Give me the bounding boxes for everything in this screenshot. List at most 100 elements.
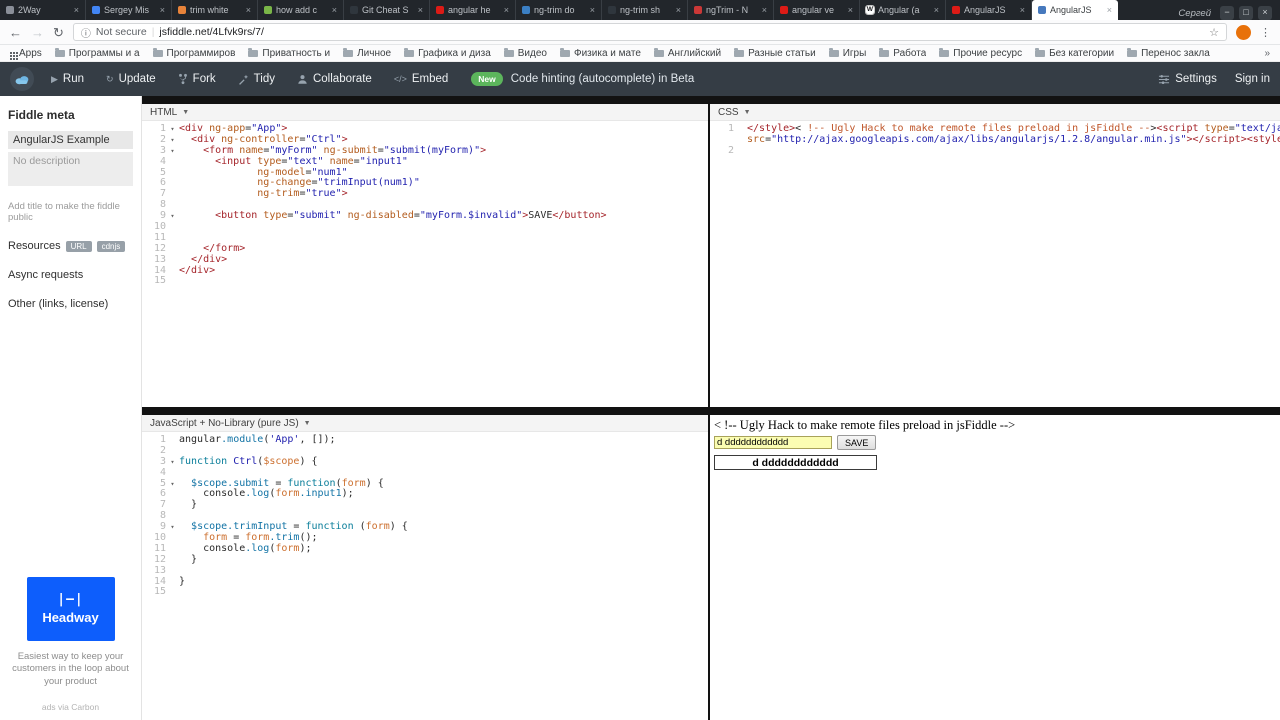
editor-workspace: HTML ▼ 1 ▾ <div ng-app = "App" >2 ▾ <div ng-co…: [142, 96, 1280, 720]
close-tab-icon[interactable]: ×: [676, 5, 681, 15]
fork-button[interactable]: Fork: [167, 62, 227, 96]
jsfiddle-logo[interactable]: [10, 67, 34, 91]
bookmark-item[interactable]: Без категории: [1035, 48, 1114, 59]
close-tab-icon[interactable]: ×: [246, 5, 251, 15]
close-tab-icon[interactable]: ×: [160, 5, 165, 15]
url-badge: URL: [65, 240, 92, 252]
bookmark-item[interactable]: Разные статьи: [734, 48, 816, 59]
collaborate-button[interactable]: Collaborate: [286, 62, 383, 96]
tidy-button[interactable]: Tidy: [227, 62, 286, 96]
reload-icon[interactable]: ↻: [53, 26, 64, 39]
close-tab-icon[interactable]: ×: [74, 5, 79, 15]
address-bar[interactable]: ⓘ Not secure | jsfiddle.net/4Lfvk9rs/7/ …: [72, 23, 1227, 41]
sign-in-button[interactable]: Sign in: [1235, 73, 1270, 85]
ad-caption[interactable]: Easiest way to keep your customers in th…: [11, 651, 130, 689]
apps-shortcut[interactable]: Apps: [10, 48, 42, 59]
browser-tab[interactable]: angular ve ×: [774, 0, 860, 20]
close-tab-icon[interactable]: ×: [934, 5, 939, 15]
chevron-down-icon[interactable]: ▼: [182, 109, 189, 116]
chevron-down-icon[interactable]: ▼: [744, 109, 751, 116]
bookmark-item[interactable]: Физика и мате: [559, 48, 641, 59]
fold-arrow-icon[interactable]: ▾: [166, 457, 179, 468]
fold-arrow-icon[interactable]: ▾: [166, 124, 179, 135]
result-text-input[interactable]: [714, 436, 832, 449]
html-code-editor[interactable]: 1 ▾ <div ng-app = "App" >2 ▾ <div ng-controlle…: [142, 121, 708, 287]
browser-tab[interactable]: ngTrim - N ×: [688, 0, 774, 20]
sidebar-item-async-requests[interactable]: Async requests: [8, 269, 133, 281]
tab-title: Git Cheat S: [362, 5, 409, 15]
back-icon[interactable]: ←: [9, 26, 22, 39]
bookmark-item[interactable]: Прочие ресурс: [939, 48, 1022, 59]
close-tab-icon[interactable]: ×: [1020, 5, 1025, 15]
maximize-button[interactable]: □: [1239, 6, 1253, 20]
headway-ad-banner[interactable]: |–| Headway: [26, 576, 115, 641]
css-panel-header[interactable]: CSS ▼: [710, 104, 1280, 121]
tidy-icon: [238, 74, 249, 85]
ads-via-carbon-label[interactable]: ads via Carbon: [0, 702, 141, 712]
browser-tab[interactable]: ng-trim do ×: [516, 0, 602, 20]
fold-arrow-icon[interactable]: ▾: [166, 211, 179, 222]
result-save-button[interactable]: SAVE: [837, 435, 877, 450]
fiddle-title-input[interactable]: [8, 131, 133, 149]
chevron-down-icon[interactable]: ▼: [304, 420, 311, 427]
close-window-button[interactable]: ×: [1258, 6, 1272, 20]
close-tab-icon[interactable]: ×: [418, 5, 423, 15]
sidebar-item-other[interactable]: Other (links, license): [8, 298, 133, 310]
bookmark-item[interactable]: Программиров: [152, 48, 235, 59]
browser-tab[interactable]: trim white ×: [172, 0, 258, 20]
browser-tab[interactable]: angular he ×: [430, 0, 516, 20]
minimize-button[interactable]: −: [1220, 6, 1234, 20]
fold-gutter: [166, 233, 179, 244]
bookmark-item[interactable]: Работа: [879, 48, 926, 59]
browser-menu-icon[interactable]: ⋮: [1260, 26, 1271, 39]
line-number: 15: [153, 586, 166, 598]
settings-button[interactable]: Settings: [1158, 73, 1217, 85]
js-code-editor[interactable]: 1 angular .module('App', []); 2 3 ▾ function C…: [142, 432, 708, 598]
browser-tab[interactable]: W Angular (a ×: [860, 0, 946, 20]
css-code-editor[interactable]: 1 </style> < !-- Ugly Hack to make remote …: [710, 121, 1280, 157]
browser-tab[interactable]: 2Way ×: [0, 0, 86, 20]
bookmark-item[interactable]: Видео: [503, 48, 547, 59]
bookmark-star-icon[interactable]: ☆: [1209, 26, 1219, 39]
close-tab-icon[interactable]: ×: [504, 5, 509, 15]
embed-button[interactable]: </> Embed: [383, 62, 459, 96]
bookmark-item[interactable]: Перенос закла: [1127, 48, 1210, 59]
bookmark-item[interactable]: Программы и а: [54, 48, 140, 59]
fold-arrow-icon[interactable]: ▾: [166, 135, 179, 146]
close-tab-icon[interactable]: ×: [762, 5, 767, 15]
bookmark-item[interactable]: Приватность и: [248, 48, 330, 59]
browser-tab[interactable]: ng-trim sh ×: [602, 0, 688, 20]
js-panel-header[interactable]: JavaScript + No-Library (pure JS) ▼: [142, 415, 708, 432]
tab-favicon-icon: [780, 6, 788, 14]
fold-arrow-icon[interactable]: ▾: [166, 146, 179, 157]
folder-icon: [54, 48, 65, 57]
info-icon[interactable]: ⓘ: [81, 25, 91, 40]
run-button[interactable]: ▶ Run: [40, 62, 95, 96]
sidebar-item-resources[interactable]: Resources URL cdnjs: [8, 240, 133, 252]
browser-tab[interactable]: how add c ×: [258, 0, 344, 20]
close-tab-icon[interactable]: ×: [848, 5, 853, 15]
html-panel-header[interactable]: HTML ▼: [142, 104, 708, 121]
browser-tab[interactable]: AngularJS ×: [1032, 0, 1118, 20]
fold-gutter: [166, 587, 179, 598]
close-tab-icon[interactable]: ×: [1107, 5, 1112, 15]
bookmark-item[interactable]: Графика и диза: [404, 48, 491, 59]
bookmark-item[interactable]: Личное: [343, 48, 391, 59]
browser-tab[interactable]: Git Cheat S ×: [344, 0, 430, 20]
close-tab-icon[interactable]: ×: [590, 5, 595, 15]
tab-title: Sergey Mis: [104, 5, 150, 15]
fold-arrow-icon[interactable]: ▾: [166, 522, 179, 533]
forward-icon[interactable]: →: [31, 26, 44, 39]
bookmark-item[interactable]: Игры: [828, 48, 866, 59]
browser-tab[interactable]: AngularJS ×: [946, 0, 1032, 20]
profile-avatar[interactable]: [1236, 24, 1251, 40]
fiddle-description-input[interactable]: [8, 152, 133, 186]
browser-tab[interactable]: Sergey Mis ×: [86, 0, 172, 20]
tab-favicon-icon: W: [865, 5, 875, 15]
line-number: 13: [153, 564, 166, 576]
bookmark-item[interactable]: Английский: [653, 48, 721, 59]
bookmarks-overflow-icon[interactable]: »: [1264, 48, 1270, 59]
fold-arrow-icon[interactable]: ▾: [166, 479, 179, 490]
close-tab-icon[interactable]: ×: [332, 5, 337, 15]
update-button[interactable]: ↻ Update: [95, 62, 167, 96]
